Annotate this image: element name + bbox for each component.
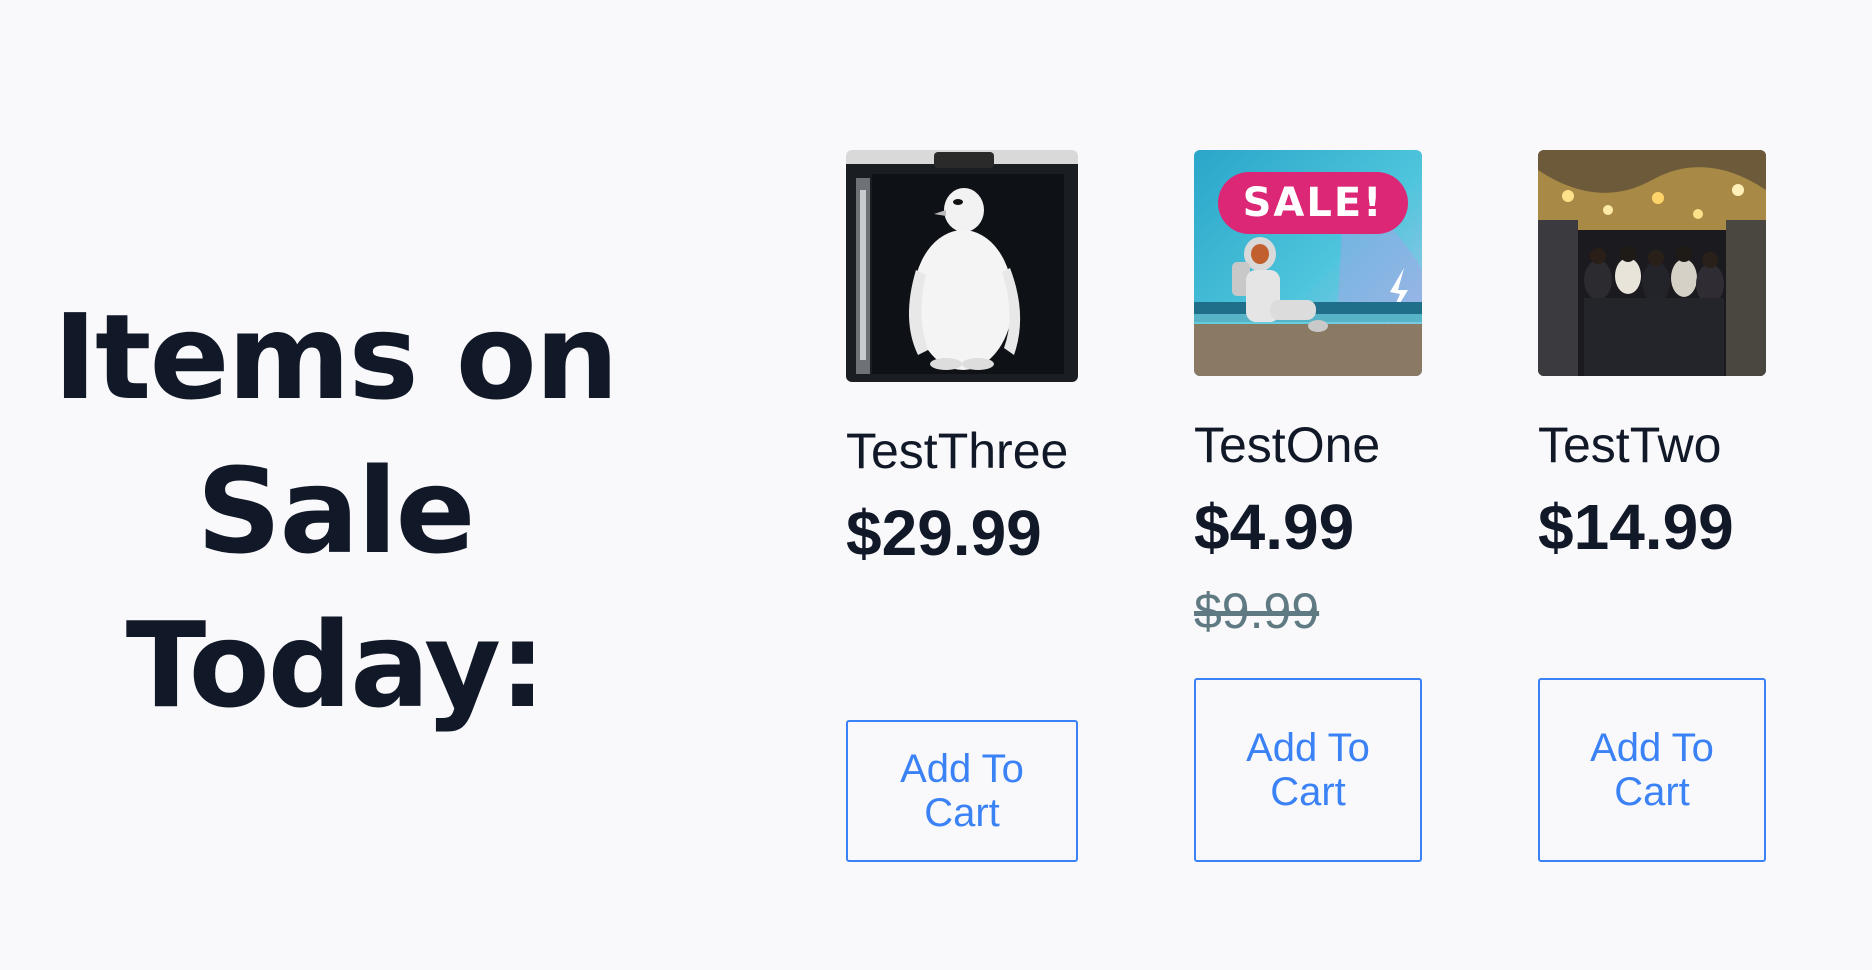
product-name: TestOne	[1194, 417, 1381, 473]
penguin-image[interactable]	[846, 150, 1078, 382]
night-market-image[interactable]	[1538, 150, 1766, 376]
add-to-cart-button[interactable]: Add To Cart	[1194, 678, 1422, 862]
product-card-testthree: TestThree $29.99 Add To Cart	[846, 150, 1078, 862]
page: Items on Sale Today: TestThree $29.99 Ad…	[0, 0, 1872, 970]
product-card-testtwo: TestTwo $14.99 Add To Cart	[1538, 150, 1766, 862]
original-price: $9.99	[1194, 583, 1320, 639]
add-to-cart-button[interactable]: Add To Cart	[846, 720, 1078, 862]
product-name: TestThree	[846, 423, 1069, 479]
product-price: $14.99	[1538, 491, 1734, 563]
product-card-testone: SALE! TestOne $4.99 $9.99 Add To Cart	[1194, 150, 1422, 862]
product-price: $29.99	[846, 497, 1042, 569]
sale-badge: SALE!	[1218, 172, 1408, 234]
page-heading: Items on Sale Today:	[53, 288, 619, 734]
product-price: $4.99	[1194, 491, 1355, 563]
astronaut-beach-image[interactable]: SALE!	[1194, 150, 1422, 376]
product-name: TestTwo	[1538, 417, 1722, 473]
add-to-cart-button[interactable]: Add To Cart	[1538, 678, 1766, 862]
